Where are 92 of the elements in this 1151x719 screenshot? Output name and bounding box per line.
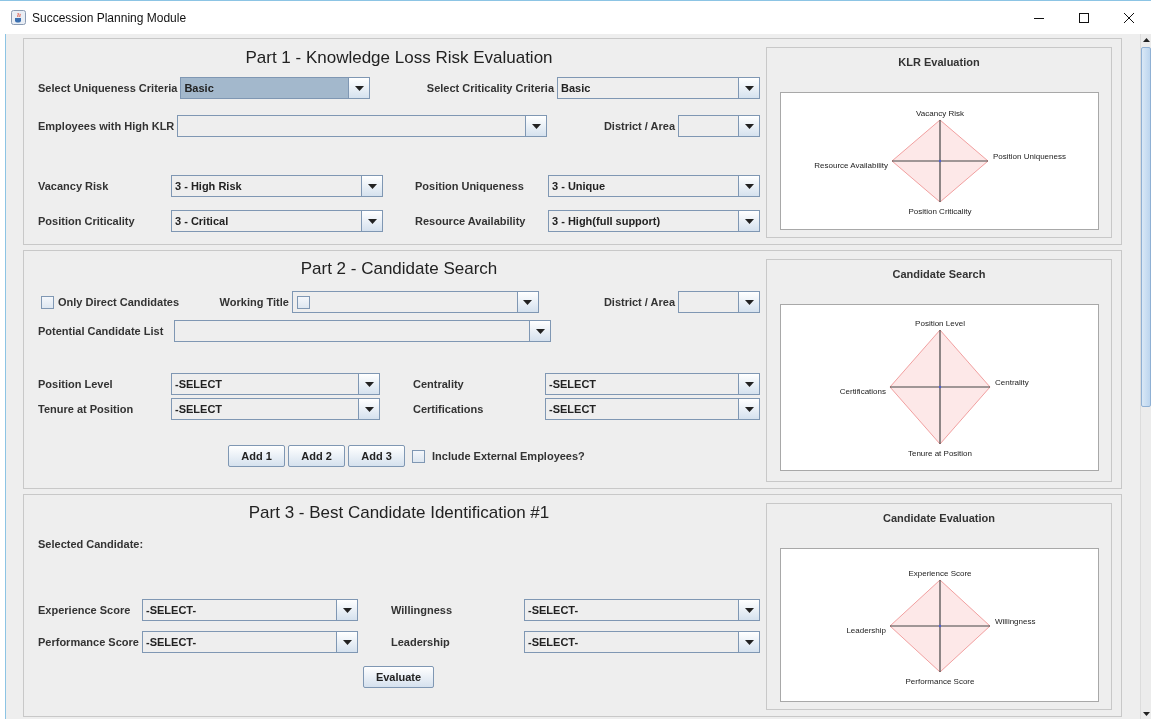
caret-icon: [342, 639, 352, 645]
axis-label: Leadership: [845, 626, 886, 635]
field-label: Select Criticality Criteria: [426, 82, 554, 94]
dropdown[interactable]: -SELECT-: [142, 599, 358, 621]
field-label: Certifications: [413, 403, 485, 415]
checkbox[interactable]: [412, 449, 425, 463]
caret-icon: [744, 85, 754, 91]
axis-label: Position Uniqueness: [992, 152, 1066, 161]
scroll-down-icon[interactable]: [1142, 711, 1150, 716]
dropdown[interactable]: [678, 291, 760, 313]
field-label: District / Area: [603, 120, 675, 132]
field-label: Selected Candidate:: [38, 538, 144, 550]
field-label: Working Title: [219, 296, 289, 308]
add-button[interactable]: Add 1: [228, 445, 285, 467]
dropdown[interactable]: -SELECT: [545, 398, 760, 420]
checkbox[interactable]: [41, 295, 54, 309]
field-label: Potential Candidate List: [38, 325, 165, 337]
section-title: Part 3 - Best Candidate Identification #1: [248, 502, 550, 524]
caret-icon: [744, 406, 754, 412]
section-title: Part 2 - Candidate Search: [300, 258, 498, 280]
field-label: Centrality: [413, 378, 465, 390]
dropdown[interactable]: -SELECT-: [142, 631, 358, 653]
axis-label: Tenure at Position: [907, 449, 972, 458]
field-label: Resource Availability: [415, 215, 527, 227]
section-title: Part 1 - Knowledge Loss Risk Evaluation: [245, 47, 553, 69]
axis-label: Position Level: [914, 319, 965, 328]
axis-label: Centrality: [994, 378, 1029, 387]
field-label: Position Level: [38, 378, 114, 390]
caret-icon: [535, 328, 545, 334]
evaluate-button[interactable]: Evaluate: [363, 666, 434, 688]
dropdown[interactable]: 3 - Critical: [171, 210, 383, 232]
dropdown[interactable]: -SELECT-: [524, 631, 760, 653]
field-label: Select Uniqueness Criteria: [38, 82, 179, 94]
caret-icon: [523, 299, 533, 305]
checkbox-label: Only Direct Candidates: [58, 296, 180, 308]
dropdown[interactable]: [174, 320, 551, 342]
chart-title: KLR Evaluation: [898, 55, 980, 69]
chart-title: Candidate Evaluation: [883, 511, 995, 525]
axis-label: Certifications: [839, 387, 886, 396]
axis-label: Vacancy Risk: [915, 109, 964, 118]
caret-icon: [744, 123, 754, 129]
caret-icon: [364, 406, 374, 412]
caret-icon: [367, 218, 377, 224]
scroll-up-icon[interactable]: [1142, 37, 1150, 42]
caret-icon: [744, 218, 754, 224]
dropdown[interactable]: Basic: [180, 77, 371, 99]
axis-label: Willingness: [994, 617, 1035, 626]
axis-label: Position Criticality: [907, 207, 972, 216]
cup-icon: [11, 10, 26, 25]
dropdown[interactable]: -SELECT: [171, 398, 380, 420]
field-label: Willingness: [391, 604, 454, 616]
dropdown[interactable]: [177, 115, 548, 137]
caret-icon: [364, 381, 374, 387]
maximize-icon: [1078, 12, 1089, 23]
field-label: Position Criticality: [38, 215, 136, 227]
dropdown[interactable]: -SELECT: [171, 373, 380, 395]
window-title: Succession Planning Module: [32, 10, 187, 25]
axis-label: Performance Score: [905, 677, 974, 686]
caret-icon: [744, 607, 754, 613]
field-label: Employees with High KLR: [38, 120, 176, 132]
dropdown[interactable]: [678, 115, 760, 137]
caret-icon: [744, 299, 754, 305]
checkbox[interactable]: [296, 295, 310, 309]
chart-title: Candidate Search: [892, 267, 986, 281]
caret-icon: [342, 607, 352, 613]
field-label: Experience Score: [38, 604, 132, 616]
caret-icon: [744, 639, 754, 645]
field-label: Vacancy Risk: [38, 180, 110, 192]
close-icon: [1123, 12, 1134, 23]
caret-icon: [744, 381, 754, 387]
dropdown[interactable]: 3 - High Risk: [171, 175, 383, 197]
scrollbar[interactable]: [1140, 34, 1151, 719]
field-label: District / Area: [603, 296, 675, 308]
field-label: Position Uniqueness: [415, 180, 525, 192]
caret-icon: [744, 183, 754, 189]
dropdown[interactable]: Basic: [557, 77, 760, 99]
caret-icon: [531, 123, 541, 129]
caret-icon: [354, 85, 364, 91]
caret-icon: [367, 183, 377, 189]
dropdown[interactable]: 3 - Unique: [548, 175, 760, 197]
axis-label: Resource Availability: [813, 161, 888, 170]
add-button[interactable]: Add 3: [348, 445, 405, 467]
dropdown[interactable]: [291, 291, 539, 313]
field-label: Performance Score: [38, 636, 140, 648]
add-button[interactable]: Add 2: [288, 445, 345, 467]
dropdown[interactable]: -SELECT-: [524, 599, 760, 621]
checkbox-label: Include External Employees?: [432, 450, 585, 462]
dropdown[interactable]: 3 - High(full support): [548, 210, 760, 232]
field-label: Leadership: [391, 636, 451, 648]
axis-label: Experience Score: [907, 569, 972, 578]
dropdown[interactable]: -SELECT: [545, 373, 760, 395]
field-label: Tenure at Position: [38, 403, 135, 415]
